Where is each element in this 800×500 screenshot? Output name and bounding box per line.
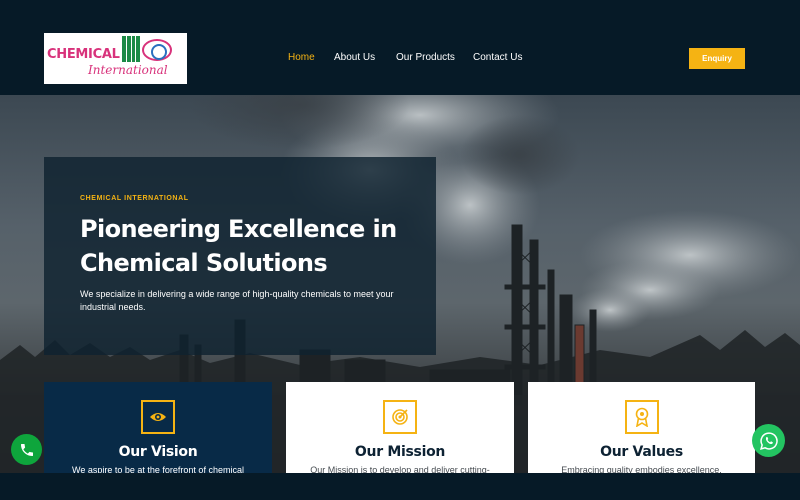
mission-card: Our Mission Our Mission is to develop an…: [286, 382, 514, 473]
nav-our-products[interactable]: Our Products: [396, 52, 455, 63]
site-header: CHEMICAL International Home About Us Our…: [0, 0, 800, 95]
logo-wordmark: CHEMICAL: [47, 47, 120, 62]
hero-kicker: CHEMICAL INTERNATIONAL: [80, 195, 189, 202]
nav-about-us[interactable]: About Us: [334, 52, 375, 63]
nav-contact-us[interactable]: Contact Us: [473, 52, 522, 63]
whatsapp-icon: [759, 431, 778, 450]
phone-icon: [20, 443, 33, 456]
logo-bars-graphic: [122, 36, 140, 62]
eye-icon: [141, 400, 175, 434]
mission-title: Our Mission: [354, 444, 446, 460]
vision-text: We aspire to be at the forefront of chem…: [72, 465, 244, 473]
enquiry-button[interactable]: Enquiry: [689, 48, 745, 69]
hero-description: We specialize in delivering a wide range…: [80, 289, 394, 312]
vision-card: Our Vision We aspire to be at the forefr…: [44, 382, 272, 473]
values-card: Our Values Embracing quality embodies ex…: [528, 382, 755, 473]
vision-title: Our Vision: [118, 444, 198, 460]
target-icon: [383, 400, 417, 434]
logo-emblem-icon: [142, 39, 172, 61]
mission-text: Our Mission is to develop and deliver cu…: [310, 465, 490, 473]
values-title: Our Values: [600, 444, 683, 460]
whatsapp-chat-button[interactable]: [752, 424, 785, 457]
nav-home[interactable]: Home: [288, 52, 315, 63]
site-logo[interactable]: CHEMICAL International: [44, 33, 187, 84]
award-icon: [624, 400, 659, 434]
values-text: Embracing quality embodies excellence,: [561, 465, 722, 473]
call-button[interactable]: [11, 434, 42, 465]
page-bottom-strip: [0, 473, 800, 500]
hero-title: Pioneering Excellence in Chemical Soluti…: [80, 215, 397, 277]
logo-subtitle: International: [88, 63, 168, 77]
